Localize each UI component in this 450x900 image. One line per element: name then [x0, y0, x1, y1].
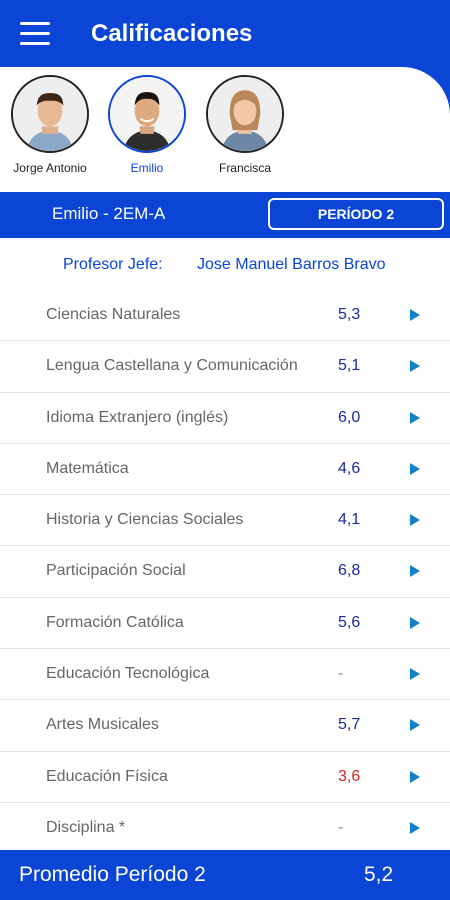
- subject-grade: 4,6: [338, 459, 361, 477]
- student-name: Francisca: [218, 161, 271, 175]
- subject-grade: 5,3: [338, 306, 361, 323]
- play-arrow-icon: [410, 514, 420, 527]
- play-arrow-icon: [410, 616, 420, 629]
- avatar: [108, 75, 186, 153]
- student-name: Emilio: [130, 161, 164, 175]
- list-item[interactable]: Disciplina * -: [0, 803, 450, 855]
- student-name: Jorge Antonio: [13, 161, 87, 175]
- teacher-label: Profesor Jefe:: [63, 256, 163, 273]
- subject-grade: 5,7: [338, 716, 361, 734]
- list-item[interactable]: Educación Tecnológica -: [0, 649, 450, 701]
- play-arrow-icon: [410, 309, 420, 321]
- subject-name: Matemática: [46, 459, 129, 477]
- subject-grade: -: [338, 818, 344, 836]
- teacher-name: Jose Manuel Barros Bravo: [197, 256, 386, 273]
- subject-grade: -: [338, 665, 344, 683]
- avatar: [206, 75, 284, 153]
- subject-name: Formación Católica: [46, 613, 184, 631]
- list-item[interactable]: Ciencias Naturales 5,3: [0, 290, 450, 342]
- subject-grade: 4,1: [338, 511, 361, 529]
- play-arrow-icon: [410, 668, 420, 681]
- play-arrow-icon: [410, 821, 420, 834]
- subject-grade: 5,1: [338, 357, 361, 375]
- subject-name: Educación Física: [46, 767, 168, 785]
- play-arrow-icon: [410, 462, 420, 475]
- top-bar: Calificaciones: [0, 0, 450, 70]
- subject-name: Disciplina *: [46, 818, 126, 836]
- subject-grade: 6,0: [338, 408, 361, 426]
- info-bar: Emilio - 2EM-A PERÍODO 2: [0, 192, 450, 238]
- subjects-list: Ciencias Naturales 5,3 Lengua Castellana…: [0, 290, 450, 855]
- student-course-label: Emilio - 2EM-A: [52, 204, 166, 223]
- list-item[interactable]: Artes Musicales 5,7: [0, 700, 450, 752]
- list-item[interactable]: Idioma Extranjero (inglés) 6,0: [0, 393, 450, 444]
- period-button[interactable]: PERÍODO 2: [268, 198, 444, 230]
- student-jorge-antonio[interactable]: Jorge Antonio: [5, 75, 95, 175]
- page-title: Calificaciones: [91, 20, 253, 47]
- play-arrow-icon: [410, 770, 420, 783]
- subject-name: Participación Social: [46, 562, 186, 580]
- average-value: 5,2: [364, 863, 394, 886]
- list-item[interactable]: Participación Social 6,8: [0, 546, 450, 598]
- student-emilio[interactable]: Emilio: [102, 75, 192, 175]
- subject-grade: 3,6: [338, 767, 361, 785]
- student-francisca[interactable]: Francisca: [200, 75, 290, 175]
- subject-grade: 6,8: [338, 562, 361, 580]
- play-arrow-icon: [410, 411, 420, 424]
- list-item[interactable]: Educación Física 3,6: [0, 752, 450, 803]
- student-selector: Jorge Antonio Emilio Francisca: [0, 67, 450, 192]
- list-item[interactable]: Historia y Ciencias Sociales 4,1: [0, 495, 450, 547]
- subject-name: Ciencias Naturales: [46, 306, 181, 323]
- subject-name: Lengua Castellana y Comunicación: [46, 357, 298, 375]
- list-item[interactable]: Matemática 4,6: [0, 444, 450, 496]
- play-arrow-icon: [410, 565, 420, 578]
- subject-name: Historia y Ciencias Sociales: [46, 511, 244, 529]
- subject-grade: 5,6: [338, 613, 361, 631]
- app: Calificaciones Jorge Antonio Emilio Fran…: [0, 0, 450, 900]
- average-label: Promedio Período 2: [19, 863, 206, 886]
- avatar: [11, 75, 89, 153]
- play-arrow-icon: [410, 719, 420, 732]
- subject-name: Educación Tecnológica: [46, 665, 210, 683]
- subject-name: Artes Musicales: [46, 716, 159, 734]
- subject-name: Idioma Extranjero (inglés): [46, 408, 229, 426]
- list-item[interactable]: Lengua Castellana y Comunicación 5,1: [0, 341, 450, 393]
- average-footer: Promedio Período 2 5,2: [0, 850, 450, 900]
- play-arrow-icon: [410, 360, 420, 373]
- hamburger-menu-icon[interactable]: [20, 22, 50, 48]
- list-item[interactable]: Formación Católica 5,6: [0, 598, 450, 650]
